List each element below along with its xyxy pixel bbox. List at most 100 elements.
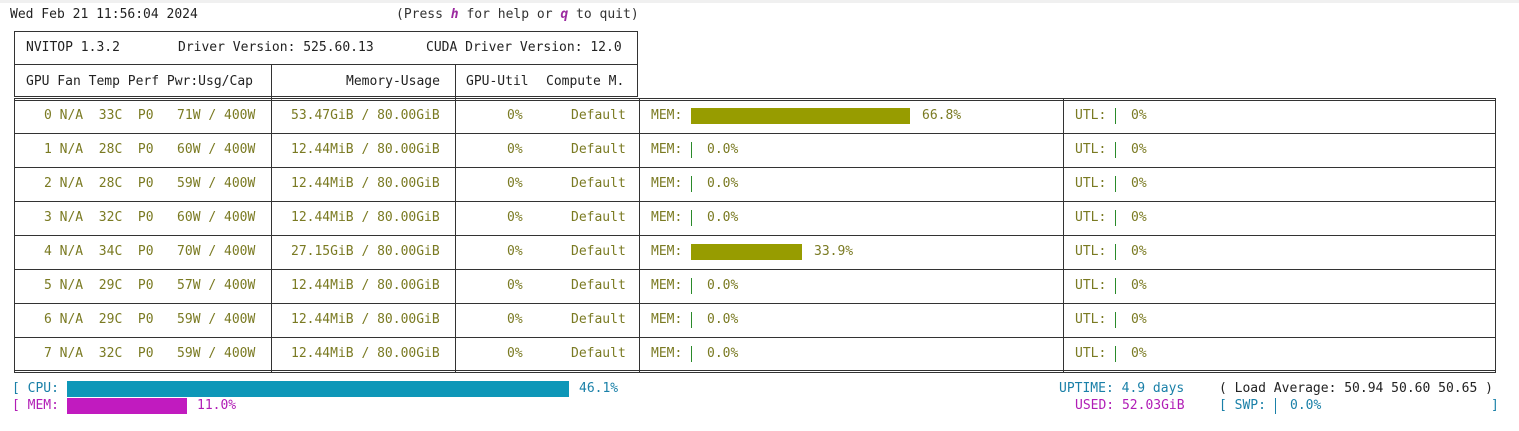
mem-label: MEM: [651, 244, 683, 259]
swap-label: [ SWP: [1219, 398, 1266, 413]
mem-label: MEM: [651, 142, 683, 157]
gpu-row: 2 N/A 28C P0 59W / 400W 12.44MiB / 80.00G… [15, 167, 1495, 202]
gpu-util-bar-marker [1115, 312, 1116, 328]
gpu-util-bar-marker [1115, 108, 1116, 124]
gpu-util: 0% [507, 176, 523, 191]
utl-label: UTL: [1075, 142, 1107, 157]
load-average: ( Load Average: 50.94 50.60 50.65 ) [1219, 381, 1493, 396]
datetime: Wed Feb 21 11:56:04 2024 [10, 7, 198, 22]
col-header-stats: GPU Fan Temp Perf Pwr:Usg/Cap [26, 74, 253, 89]
gpu-row: 5 N/A 29C P0 57W / 400W 12.44MiB / 80.00G… [15, 269, 1495, 304]
gpu-util: 0% [507, 108, 523, 123]
col-header-memory: Memory-Usage [346, 74, 440, 89]
gpu-stats: 5 N/A 29C P0 57W / 400W [44, 278, 256, 293]
gpu-stats: 4 N/A 34C P0 70W / 400W [44, 244, 256, 259]
gpu-mem-percent: 0.0% [707, 176, 739, 191]
gpu-stats: 7 N/A 32C P0 59W / 400W [44, 346, 256, 361]
gpu-mem-percent: 0.0% [707, 312, 739, 327]
gpu-row: 6 N/A 29C P0 59W / 400W 12.44MiB / 80.00G… [15, 303, 1495, 338]
host-mem-percent: 11.0% [197, 398, 237, 413]
gpu-memory-usage: 12.44MiB / 80.00GiB [291, 176, 440, 191]
help-text-pre: (Press [396, 7, 451, 22]
mem-label: MEM: [651, 346, 683, 361]
cpu-label: [ CPU: [12, 381, 59, 396]
gpu-stats: 6 N/A 29C P0 59W / 400W [44, 312, 256, 327]
utl-label: UTL: [1075, 312, 1107, 327]
gpu-util: 0% [507, 346, 523, 361]
nvitop-version: NVITOP 1.3.2 [26, 40, 120, 55]
utl-label: UTL: [1075, 176, 1107, 191]
mem-label: MEM: [651, 108, 683, 123]
gpu-utl-value: 0% [1131, 176, 1147, 191]
gpu-stats: 3 N/A 32C P0 60W / 400W [44, 210, 256, 225]
compute-mode: Default [571, 346, 626, 361]
gpu-stats: 2 N/A 28C P0 59W / 400W [44, 176, 256, 191]
mem-label: MEM: [651, 278, 683, 293]
mem-label: [ MEM: [12, 398, 59, 413]
gpu-utl-value: 0% [1131, 210, 1147, 225]
gpu-mem-percent: 0.0% [707, 210, 739, 225]
compute-mode: Default [571, 210, 626, 225]
cuda-version: CUDA Driver Version: 12.0 [426, 40, 622, 55]
cpu-usage-percent: 46.1% [579, 381, 619, 396]
gpu-utl-value: 0% [1131, 244, 1147, 259]
gpu-memory-usage: 53.47GiB / 80.00GiB [291, 108, 440, 123]
gpu-util: 0% [507, 312, 523, 327]
gpu-row: 4 N/A 34C P0 70W / 400W 27.15GiB / 80.00G… [15, 235, 1495, 270]
gpu-utl-value: 0% [1131, 108, 1147, 123]
compute-mode: Default [571, 142, 626, 157]
gpu-stats: 0 N/A 33C P0 71W / 400W [44, 108, 256, 123]
gpu-util-bar-marker [1115, 210, 1116, 226]
gpu-util-bar-marker [1115, 142, 1116, 158]
utl-label: UTL: [1075, 244, 1107, 259]
gpu-memory-usage: 12.44MiB / 80.00GiB [291, 210, 440, 225]
compute-mode: Default [571, 278, 626, 293]
gpu-utl-value: 0% [1131, 142, 1147, 157]
swap-bar-marker [1275, 398, 1276, 414]
compute-mode: Default [571, 312, 626, 327]
gpu-memory-usage: 12.44MiB / 80.00GiB [291, 142, 440, 157]
gpu-mem-percent: 0.0% [707, 142, 739, 157]
gpu-mem-percent: 33.9% [814, 244, 854, 259]
gpu-util: 0% [507, 278, 523, 293]
gpu-memory-usage: 12.44MiB / 80.00GiB [291, 346, 440, 361]
gpu-row: 1 N/A 28C P0 60W / 400W 12.44MiB / 80.00G… [15, 133, 1495, 168]
driver-version: Driver Version: 525.60.13 [178, 40, 374, 55]
gpu-util-bar-marker [1115, 176, 1116, 192]
gpu-mem-bar-marker [691, 346, 692, 362]
gpu-row: 0 N/A 33C P0 71W / 400W 53.47GiB / 80.00G… [15, 99, 1495, 134]
utl-label: UTL: [1075, 278, 1107, 293]
header-col-divider [455, 64, 456, 98]
gpu-mem-bar [691, 108, 910, 124]
gpu-memory-usage: 12.44MiB / 80.00GiB [291, 278, 440, 293]
gpu-util: 0% [507, 210, 523, 225]
help-text-mid: for help or [458, 7, 561, 22]
col-header-gpu-util: GPU-Util [466, 74, 529, 89]
mem-label: MEM: [651, 176, 683, 191]
cpu-usage-bar [67, 381, 569, 397]
help-text-post: to quit) [568, 7, 639, 22]
gpu-utl-value: 0% [1131, 346, 1147, 361]
gpu-util-bar-marker [1115, 278, 1116, 294]
swap-close-bracket: ] [1491, 398, 1499, 413]
mem-label: MEM: [651, 210, 683, 225]
compute-mode: Default [571, 244, 626, 259]
gpu-util: 0% [507, 244, 523, 259]
host-mem-bar [67, 398, 187, 414]
swap-value: 0.0% [1290, 398, 1322, 413]
gpu-mem-bar-marker [691, 312, 692, 328]
uptime: UPTIME: 4.9 days [1059, 381, 1185, 396]
gpu-memory-usage: 12.44MiB / 80.00GiB [291, 312, 440, 327]
gpu-util-bar-marker [1115, 244, 1116, 260]
gpu-row: 7 N/A 32C P0 59W / 400W 12.44MiB / 80.00G… [15, 337, 1495, 371]
gpu-mem-bar-marker [691, 278, 692, 294]
mem-label: MEM: [651, 312, 683, 327]
info-separator [15, 64, 637, 65]
gpu-mem-bar-marker [691, 142, 692, 158]
header-col-divider [271, 64, 272, 98]
help-key-h: h [450, 7, 459, 22]
gpu-util-bar-marker [1115, 346, 1116, 362]
gpu-utl-value: 0% [1131, 278, 1147, 293]
gpu-row: 3 N/A 32C P0 60W / 400W 12.44MiB / 80.00G… [15, 201, 1495, 236]
gpu-stats: 1 N/A 28C P0 60W / 400W [44, 142, 256, 157]
